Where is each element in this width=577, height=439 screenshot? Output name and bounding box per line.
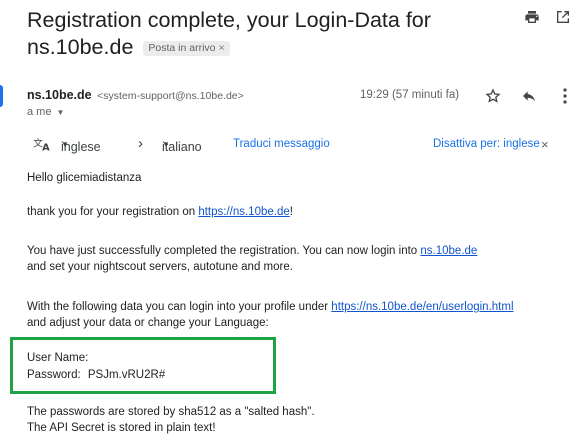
- star-icon[interactable]: [483, 86, 503, 106]
- password-row: Password: PSJm.vRU2R#: [27, 367, 165, 383]
- completed-line2: and set your nightscout servers, autotun…: [27, 261, 293, 273]
- email-time: 19:29 (57 minuti fa): [360, 89, 460, 101]
- remove-label-icon[interactable]: ×: [219, 42, 225, 54]
- translate-icon: 文A: [33, 135, 53, 153]
- username-label: User Name:: [27, 352, 89, 364]
- disable-translation-link[interactable]: Disattiva per: inglese: [433, 138, 540, 150]
- password-value: PSJm.vRU2R#: [87, 369, 166, 381]
- site-link[interactable]: https://ns.10be.de: [198, 206, 289, 218]
- login-domain-link[interactable]: ns.10be.de: [420, 245, 477, 257]
- security-line1: The passwords are stored by sha512 as a …: [27, 406, 315, 418]
- sender-email: <system-support@ns.10be.de>: [97, 90, 244, 102]
- username-row: User Name:: [27, 350, 88, 366]
- subject-line-1: Registration complete, your Login-Data f…: [27, 8, 431, 32]
- sender-info[interactable]: ns.10be.de <system-support@ns.10be.de>: [27, 88, 244, 102]
- svg-text:A: A: [42, 143, 50, 153]
- email-subject: Registration complete, your Login-Data f…: [27, 7, 457, 61]
- completed-text: You have just successfully completed the…: [27, 245, 421, 257]
- password-label: Password:: [27, 369, 81, 381]
- inbox-label-text: Posta in arrivo: [148, 42, 216, 54]
- translate-message-link[interactable]: Traduci messaggio: [233, 138, 330, 150]
- chevron-down-icon: ▼: [61, 140, 69, 149]
- security-line2: The API Secret is stored in plain text!: [27, 422, 216, 434]
- chevron-down-icon: ▼: [162, 140, 170, 149]
- conversation-indicator: [0, 85, 3, 107]
- open-new-window-icon[interactable]: [553, 7, 573, 27]
- userlogin-link[interactable]: https://ns.10be.de/en/userlogin.html: [331, 301, 513, 313]
- translation-bar: 文A inglese ▼ › italiano ▼ Traduci messag…: [27, 134, 552, 156]
- login-data-line2: and adjust your data or change your Lang…: [27, 317, 269, 329]
- close-translation-icon[interactable]: ×: [541, 137, 549, 152]
- thanks-end: !: [289, 206, 293, 218]
- inbox-label-badge[interactable]: Posta in arrivo ×: [143, 41, 230, 56]
- recipient-info[interactable]: a me ▼: [27, 106, 64, 118]
- reply-icon[interactable]: [519, 86, 539, 106]
- sender-name[interactable]: ns.10be.de: [27, 88, 92, 102]
- greeting: Hello glicemiadistanza: [27, 172, 142, 184]
- paragraph-login-data: With the following data you can login in…: [27, 299, 514, 331]
- subject-line-2: ns.10be.de Posta in arrivo ×: [27, 34, 457, 61]
- thanks-text: thank you for your registration on: [27, 206, 199, 218]
- subject-domain: ns.10be.de: [27, 35, 134, 59]
- paragraph-thanks: thank you for your registration on https…: [27, 204, 293, 220]
- paragraph-security: The passwords are stored by sha512 as a …: [27, 404, 315, 436]
- login-data-text: With the following data you can login in…: [27, 301, 332, 313]
- print-icon[interactable]: [522, 7, 542, 27]
- more-options-icon[interactable]: [555, 86, 575, 106]
- recipient-text: a me: [27, 106, 52, 118]
- chevron-right-icon: ›: [138, 135, 143, 152]
- chevron-down-icon[interactable]: ▼: [57, 108, 65, 117]
- paragraph-completed: You have just successfully completed the…: [27, 243, 477, 275]
